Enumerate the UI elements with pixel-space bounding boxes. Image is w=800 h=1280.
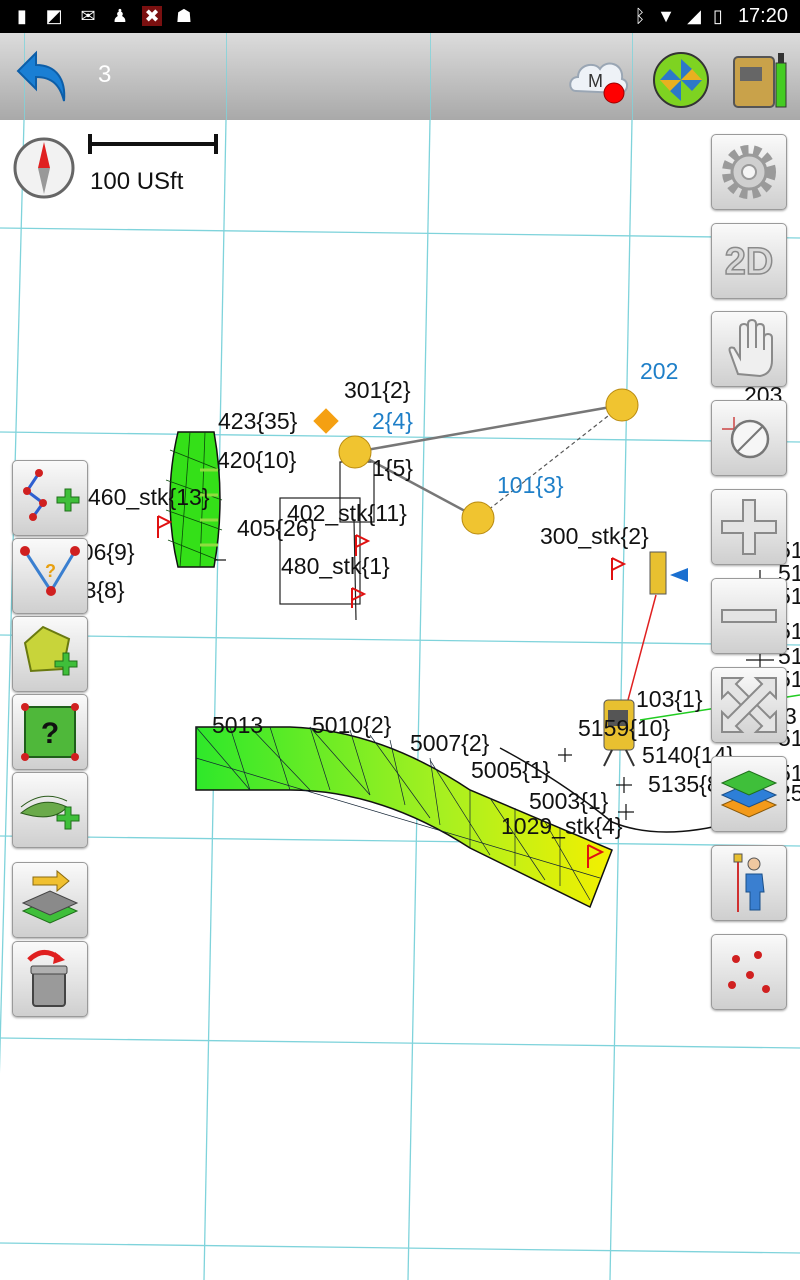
photo-icon: ◩ [45, 6, 63, 26]
import-layer-icon [21, 869, 79, 924]
point-label[interactable]: 5003{1} [529, 790, 608, 813]
clock: 17:20 [737, 5, 788, 27]
battery-icon: ▯ [713, 6, 723, 26]
point-label[interactable]: 2{4} [372, 410, 413, 433]
query-button[interactable]: ? [12, 694, 88, 770]
point-label[interactable]: 405{26} [237, 517, 316, 540]
back-count: 3 [98, 61, 112, 88]
point-label[interactable]: 1{5} [372, 457, 413, 480]
point-label[interactable]: 300_stk{2} [540, 525, 649, 548]
point-label[interactable]: 202 [640, 360, 678, 383]
scale-label: 100 USft [90, 168, 184, 195]
surveyor-button[interactable] [711, 845, 787, 921]
import-layer-button[interactable] [12, 862, 88, 938]
delete-button[interactable] [12, 941, 88, 1017]
add-polyline-button[interactable] [12, 460, 88, 536]
point-label[interactable]: 5159{10} [578, 717, 670, 740]
intersect-button[interactable]: ? [12, 538, 88, 614]
point-label[interactable]: 101{3} [497, 474, 564, 497]
polyline-add-icon [23, 469, 80, 521]
svg-text:?: ? [41, 717, 59, 750]
surveyor-icon [733, 853, 765, 912]
point-label[interactable]: 1029_stk{4} [501, 815, 623, 838]
wifi-icon: ▼ [657, 6, 675, 26]
gear-icon [722, 145, 776, 199]
gmail-icon: ✉ [80, 6, 96, 26]
zoom-out-button[interactable] [711, 578, 787, 654]
point-label[interactable]: 420{10} [217, 449, 296, 472]
plus-icon [721, 499, 777, 555]
chess-icon: ♟ [111, 6, 129, 26]
bluetooth-icon: ᛒ [634, 6, 646, 26]
point-label[interactable]: 301{2} [344, 379, 411, 402]
crosshair-circle-icon [722, 417, 770, 459]
polygon-add-icon [23, 625, 78, 676]
point-label[interactable]: 5005{1} [471, 759, 550, 782]
grid-line [226, 33, 227, 120]
compass-icon[interactable] [12, 136, 76, 200]
point-label[interactable]: 460_stk{13} [88, 486, 210, 509]
tool-icon: ✖ [142, 6, 162, 26]
point-label[interactable]: 5007{2} [410, 732, 489, 755]
pan-button[interactable] [711, 311, 787, 387]
zoom-in-button[interactable] [711, 489, 787, 565]
toolbar: 3 M [0, 33, 800, 120]
layers-icon [720, 770, 778, 818]
points-button[interactable] [711, 934, 787, 1010]
grid-line [430, 33, 431, 120]
point-label[interactable]: 5010{2} [312, 714, 391, 737]
svg-text:2D: 2D [725, 241, 774, 283]
snap-button[interactable] [711, 400, 787, 476]
point-label[interactable]: 423{35} [218, 410, 297, 433]
minus-icon [721, 609, 777, 623]
layers-button[interactable] [711, 756, 787, 832]
back-arrow-icon[interactable] [14, 47, 74, 107]
add-surface-button[interactable] [12, 772, 88, 848]
zoom-extents-button[interactable] [711, 667, 787, 743]
sim-icon: ◢ [687, 6, 701, 26]
point-label[interactable]: 103{1} [636, 688, 703, 711]
point-label[interactable]: 480_stk{1} [281, 555, 390, 578]
cloud-badge: M [588, 71, 603, 91]
scale-bar [88, 134, 218, 154]
view-2d-button[interactable]: 2D [711, 223, 787, 299]
settings-button[interactable] [711, 134, 787, 210]
grid-line [632, 33, 633, 120]
2d-icon: 2D [724, 240, 774, 284]
survey-status-icon[interactable] [652, 51, 710, 109]
hand-icon [728, 318, 773, 378]
svg-text:?: ? [45, 561, 56, 581]
points-icon [728, 951, 770, 993]
cloud-sync-icon[interactable]: M [566, 51, 630, 107]
wifi-calling-icon: ▮ [17, 6, 27, 26]
intersect-icon: ? [20, 546, 80, 596]
point-label[interactable]: 5013 [212, 714, 263, 737]
surface-add-icon [19, 795, 80, 830]
trash-icon [27, 950, 68, 1007]
status-bar: ▮ ◩ ✉ ♟ ✖ ☗ ᛒ ▼ ◢ ▯ 17:20 [0, 0, 800, 33]
add-polygon-button[interactable] [12, 616, 88, 692]
android-icon: ☗ [175, 6, 193, 26]
query-icon: ? [21, 703, 79, 761]
expand-arrows-icon [721, 677, 777, 733]
instrument-battery-icon[interactable] [728, 43, 790, 113]
